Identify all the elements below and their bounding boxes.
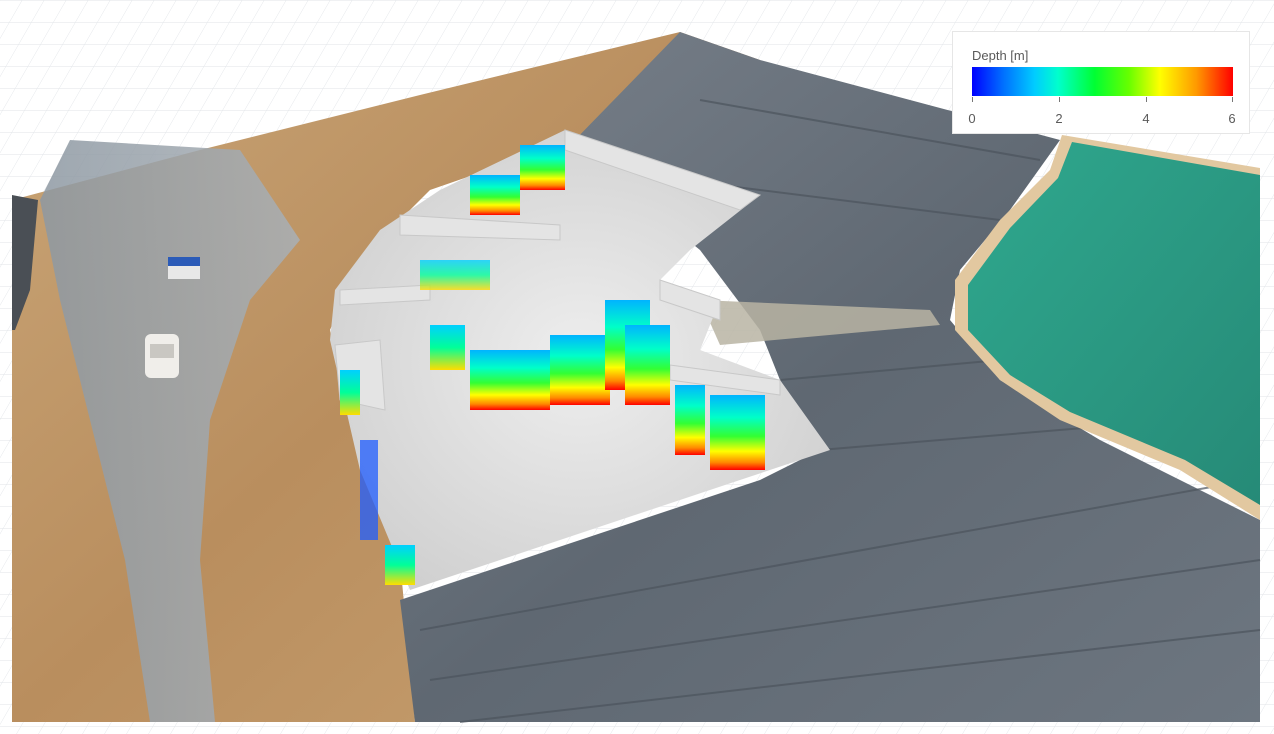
anomaly-cluster-11 <box>420 260 490 290</box>
3d-viewport[interactable]: Depth [m] 0 2 4 6 <box>0 0 1274 734</box>
legend-tick-mark <box>1232 97 1233 102</box>
depth-legend: Depth [m] 0 2 4 6 <box>952 31 1250 134</box>
anomaly-cluster-1 <box>470 350 550 410</box>
legend-tick-mark <box>1146 97 1147 102</box>
anomaly-cluster-7 <box>470 175 520 215</box>
vehicle-truck <box>168 257 200 279</box>
anomaly-cluster-4 <box>625 325 670 405</box>
vehicle-car <box>145 334 179 378</box>
legend-ticks: 0 2 4 6 <box>953 32 1251 135</box>
legend-tick-mark <box>1059 97 1060 102</box>
anomaly-cluster-9 <box>430 325 465 370</box>
legend-tick-label: 2 <box>1055 111 1063 126</box>
anomaly-cluster-10 <box>340 370 360 415</box>
legend-tick-mark <box>972 97 973 102</box>
anomaly-cluster-12 <box>385 545 415 585</box>
legend-tick-label: 6 <box>1228 111 1236 126</box>
anomaly-strip-blue <box>360 440 378 540</box>
legend-tick-label: 4 <box>1142 111 1150 126</box>
anomaly-cluster-8 <box>520 145 565 190</box>
anomaly-cluster-6 <box>710 395 765 470</box>
anomaly-cluster-2 <box>550 335 610 405</box>
anomaly-cluster-5 <box>675 385 705 455</box>
legend-tick-label: 0 <box>968 111 976 126</box>
